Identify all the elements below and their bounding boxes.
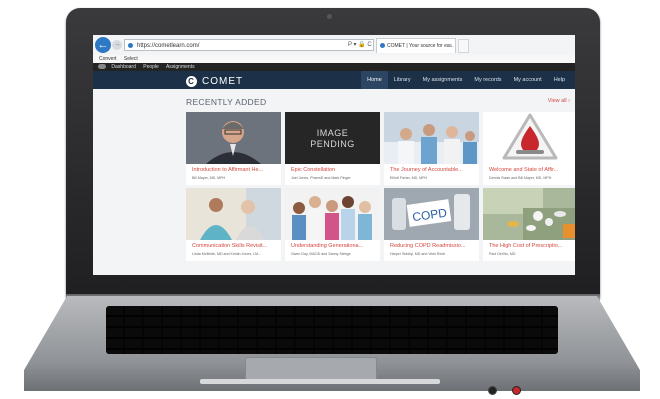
course-card[interactable]: Understanding Generationa... Gwen Day, M… (285, 188, 380, 261)
toolbar-people[interactable]: People (143, 64, 159, 70)
card-thumbnail-pending: IMAGE PENDING (285, 112, 380, 164)
nav-my-records[interactable]: My records (468, 71, 507, 89)
card-authors: Bill Mayer, MD, MPH (192, 176, 226, 180)
brand[interactable]: C COMET (186, 75, 243, 87)
mic-port (512, 386, 521, 395)
card-authors: Dennis Swan and Bill Mayer, MD, MPH (489, 176, 552, 180)
browser-chrome: ← → https://cometlearn.com/ P ▾ 🔒 C COME… (93, 35, 575, 56)
card-thumbnail (483, 112, 575, 164)
main-content: RECENTLY ADDED View all › Introduction t… (93, 89, 575, 275)
course-card[interactable]: Welcome and State of Affir... Dennis Swa… (483, 112, 575, 185)
card-title: Epic Constellation (291, 167, 336, 173)
course-card[interactable]: IMAGE PENDING Epic Constellation Joel Jon… (285, 112, 380, 185)
card-thumbnail (186, 112, 281, 164)
course-card[interactable]: COPD Reducing COPD Readmissio... Harper … (384, 188, 479, 261)
convert-button[interactable]: Convert (99, 56, 117, 62)
card-thumbnail (186, 188, 281, 240)
tab-title: COMET | Your source for ea... (387, 43, 454, 49)
course-card[interactable]: Introduction to Affirmant He... Bill May… (186, 112, 281, 185)
view-all-link[interactable]: View all › (548, 98, 570, 104)
course-card[interactable]: Communication Skills Revisit... Linda Mc… (186, 188, 281, 261)
audio-port (488, 386, 497, 395)
card-title: The High Cost of Prescriptio... (489, 243, 563, 249)
toolbar-assignments[interactable]: Assignments (166, 64, 195, 70)
forward-button[interactable]: → (112, 40, 122, 50)
card-authors: Paul DeVito, MD (489, 252, 516, 256)
address-bar[interactable]: https://cometlearn.com/ (124, 39, 374, 51)
card-authors: Gwen Day, MAOD and Sanny Siebge (291, 252, 351, 256)
toolbar-dashboard[interactable]: Dashboard (111, 64, 135, 70)
comet-logo-icon: C (186, 75, 197, 87)
card-thumbnail: COPD (384, 188, 479, 240)
site-header: C COMET Home Library My assignments My r… (93, 71, 575, 89)
card-thumbnail (384, 112, 479, 164)
card-authors: Linda McBride, MD and Kristin Jones, LM.… (192, 252, 262, 256)
site-icon (128, 43, 133, 48)
card-title: Understanding Generationa... (291, 243, 364, 249)
toolbar-logo-icon (98, 64, 106, 70)
course-card[interactable]: The Journey of Accountable... Elliott Fi… (384, 112, 479, 185)
card-thumbnail (483, 188, 575, 240)
course-card[interactable]: The High Cost of Prescriptio... Paul DeV… (483, 188, 575, 261)
section-title: RECENTLY ADDED (186, 97, 267, 107)
nav-library[interactable]: Library (388, 71, 417, 89)
card-title: Introduction to Affirmant He... (192, 167, 264, 173)
card-authors: Joel Jones, PharmD and Mark Pinger (291, 176, 351, 180)
address-icons[interactable]: P ▾ 🔒 C (348, 39, 372, 51)
nav-my-assignments[interactable]: My assignments (417, 71, 469, 89)
nav-help[interactable]: Help (548, 71, 571, 89)
card-authors: Elliott Fisher, MD, MPH (390, 176, 428, 180)
card-thumbnail (285, 188, 380, 240)
main-nav: Home Library My assignments My records M… (361, 71, 571, 89)
back-button[interactable]: ← (95, 37, 111, 53)
card-title: Communication Skills Revisit... (192, 243, 268, 249)
new-tab-button[interactable] (458, 39, 469, 53)
card-title: Reducing COPD Readmissio... (390, 243, 466, 249)
tab-close-icon[interactable]: × (449, 39, 452, 53)
brand-name: COMET (202, 75, 244, 87)
card-title: Welcome and State of Affir... (489, 167, 559, 173)
front-lip (200, 379, 440, 384)
card-authors: Harper Siddiqi, MD and Vicki Rech (390, 252, 446, 256)
select-button[interactable]: Select (124, 56, 138, 62)
card-title: The Journey of Accountable... (390, 167, 463, 173)
webcam (327, 14, 332, 19)
laptop: ← → https://cometlearn.com/ P ▾ 🔒 C COME… (0, 0, 660, 399)
tab-favicon-icon (380, 43, 385, 48)
url-text: https://cometlearn.com/ (137, 43, 200, 49)
keyboard (106, 306, 558, 354)
nav-my-account[interactable]: My account (508, 71, 548, 89)
browser-tab[interactable]: COMET | Your source for ea... × (376, 38, 456, 53)
laptop-screen: ← → https://cometlearn.com/ P ▾ 🔒 C COME… (93, 35, 575, 275)
app-toolbar: Dashboard People Assignments (93, 63, 575, 71)
nav-home[interactable]: Home (361, 71, 388, 89)
